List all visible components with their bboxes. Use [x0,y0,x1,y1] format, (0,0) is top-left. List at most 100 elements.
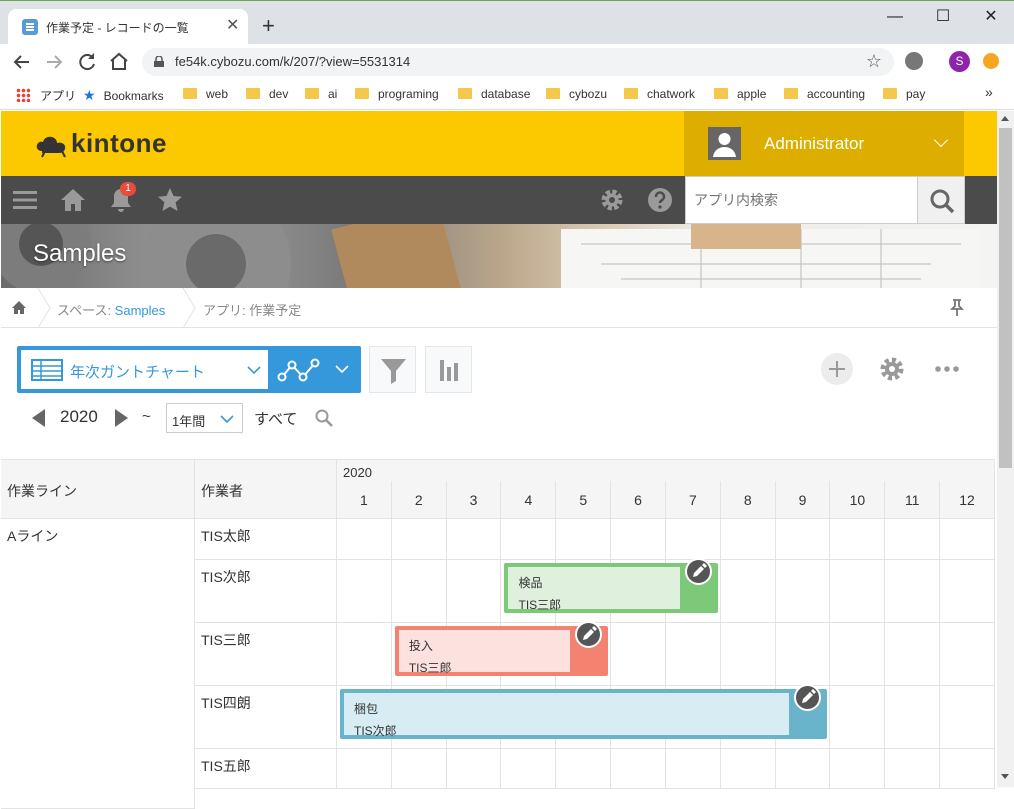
tab-close-icon[interactable]: ✕ [226,17,239,35]
gantt-chart: 作業ライン 作業者 2020 1 2 3 4 5 6 7 8 9 10 11 12 Aライン TIS太… [1,459,997,809]
bookmark-folder[interactable]: cybozu [546,87,607,101]
bookmark-folder[interactable]: pay [883,87,925,101]
extension-gear-icon[interactable] [905,52,923,70]
kintone-logo-text[interactable]: kintone [71,128,167,159]
bookmark-folder[interactable]: database [458,87,530,101]
bookmark-apps[interactable]: アプリ [16,87,76,104]
bookmarks-more-button[interactable]: » [985,84,993,100]
app-search-input[interactable] [685,176,918,224]
period-select[interactable]: 1年間 [166,403,243,433]
gantt-task-bar[interactable]: 投入 TIS三郎 [394,621,609,676]
header-year: 2020 [337,459,995,481]
user-menu[interactable]: Administrator [684,111,964,176]
bookmark-folder[interactable]: dev [246,87,288,101]
worker-cell: TIS三郎 [195,623,337,686]
bookmark-folder[interactable]: ai [305,87,337,101]
kintone-cloud-logo-icon[interactable] [36,129,70,159]
worker-cell: TIS次郎 [195,560,337,623]
pin-icon[interactable] [950,299,964,317]
breadcrumb-space-link[interactable]: Samples [115,303,166,318]
worker-name: TIS五郎 [201,758,251,774]
folder-icon [183,88,197,99]
month-header: 5 [556,481,612,519]
kintone-header: kintone Administrator [1,111,997,176]
gantt-task-bar[interactable]: 検品 TIS三郎 [504,558,718,613]
gantt-cell [830,560,886,623]
edit-pencil-icon[interactable] [794,684,822,711]
help-question-icon[interactable] [646,186,674,214]
edit-pencil-icon[interactable] [575,621,603,648]
page-scrollbar[interactable] [997,111,1014,787]
scrollbar-thumb[interactable] [999,128,1012,468]
bookmark-folder[interactable]: programing [355,87,439,101]
month-header: 4 [501,481,557,519]
gantt-task-bar[interactable]: 梱包 TIS次郎 [340,684,828,739]
extension-icon[interactable] [983,53,999,69]
graph-button[interactable] [425,346,472,393]
gantt-cell [940,519,995,560]
hamburger-menu-icon[interactable] [11,186,39,214]
gantt-cell [337,560,392,623]
home-icon[interactable] [59,186,87,214]
task-title: 投入 [408,639,433,653]
search-icon[interactable] [314,408,334,428]
reload-icon[interactable] [75,50,99,74]
month-header: 8 [720,481,776,519]
bookmark-folder[interactable]: accounting [784,87,865,101]
back-arrow-icon[interactable] [10,50,34,74]
folder-icon [714,88,728,99]
gantt-cell [665,623,721,686]
gantt-cell [940,623,995,686]
folder-icon [784,88,798,99]
tab-title: 作業予定 - レコードの一覧 [46,21,189,35]
forward-arrow-icon[interactable] [42,50,66,74]
address-bar[interactable]: fe54k.cybozu.com/k/207/?view=5531314 ☆ [142,48,894,76]
browser-tab[interactable]: 作業予定 - レコードの一覧 ✕ [8,9,248,45]
app-settings-button[interactable] [876,353,908,385]
bookmark-folder[interactable]: web [183,87,228,101]
star-icon: ★ [83,87,96,103]
gantt-cell [391,560,447,623]
add-record-button[interactable] [821,353,853,385]
window-close-button[interactable]: ✕ [976,7,1006,27]
settings-gear-icon[interactable] [598,186,626,214]
gantt-cell [391,519,447,560]
maximize-button[interactable]: ☐ [928,7,958,27]
breadcrumb-separator [37,288,51,328]
favorites-star-icon[interactable] [156,186,184,214]
search-button[interactable] [917,176,965,224]
task-person: TIS三郎 [518,598,562,612]
scroll-down-arrow-icon[interactable] [1001,774,1009,779]
scroll-up-arrow-icon[interactable] [1001,116,1009,121]
gantt-cell [775,749,831,789]
graph-menu-button[interactable] [275,346,361,393]
bookmark-bookmarks[interactable]: ★ Bookmarks [83,87,164,104]
worker-cell: TIS五郎 [195,749,337,789]
bar-chart-icon [440,360,458,381]
profile-avatar[interactable]: S [949,51,970,72]
bookmark-folder[interactable]: apple [714,87,766,101]
gantt-cell [611,519,666,560]
bookmark-star-icon[interactable]: ☆ [866,51,882,72]
kintone-navbar: 1 [1,176,997,224]
new-tab-button[interactable]: + [262,15,275,37]
bookmark-folder[interactable]: chatwork [624,87,695,101]
home-icon[interactable] [107,50,131,74]
view-dropdown[interactable]: 年次ガントチャート [21,350,268,389]
period-value: 1年間 [172,414,206,429]
breadcrumb-app: アプリ: 作業予定 [203,303,302,318]
prev-year-arrow-icon[interactable] [32,409,46,427]
gantt-cell [830,623,886,686]
home-icon[interactable] [11,300,27,316]
gantt-cell [885,749,941,789]
edit-pencil-icon[interactable] [684,558,712,585]
gantt-cell [775,623,831,686]
minimize-button[interactable]: — [880,7,910,27]
next-year-arrow-icon[interactable] [114,409,128,427]
show-all-link[interactable]: すべて [254,408,297,429]
filter-button[interactable] [369,346,416,393]
gantt-cell [611,623,666,686]
month-header: 3 [446,481,502,519]
more-options-button[interactable] [931,353,963,385]
gantt-cell [556,749,612,789]
